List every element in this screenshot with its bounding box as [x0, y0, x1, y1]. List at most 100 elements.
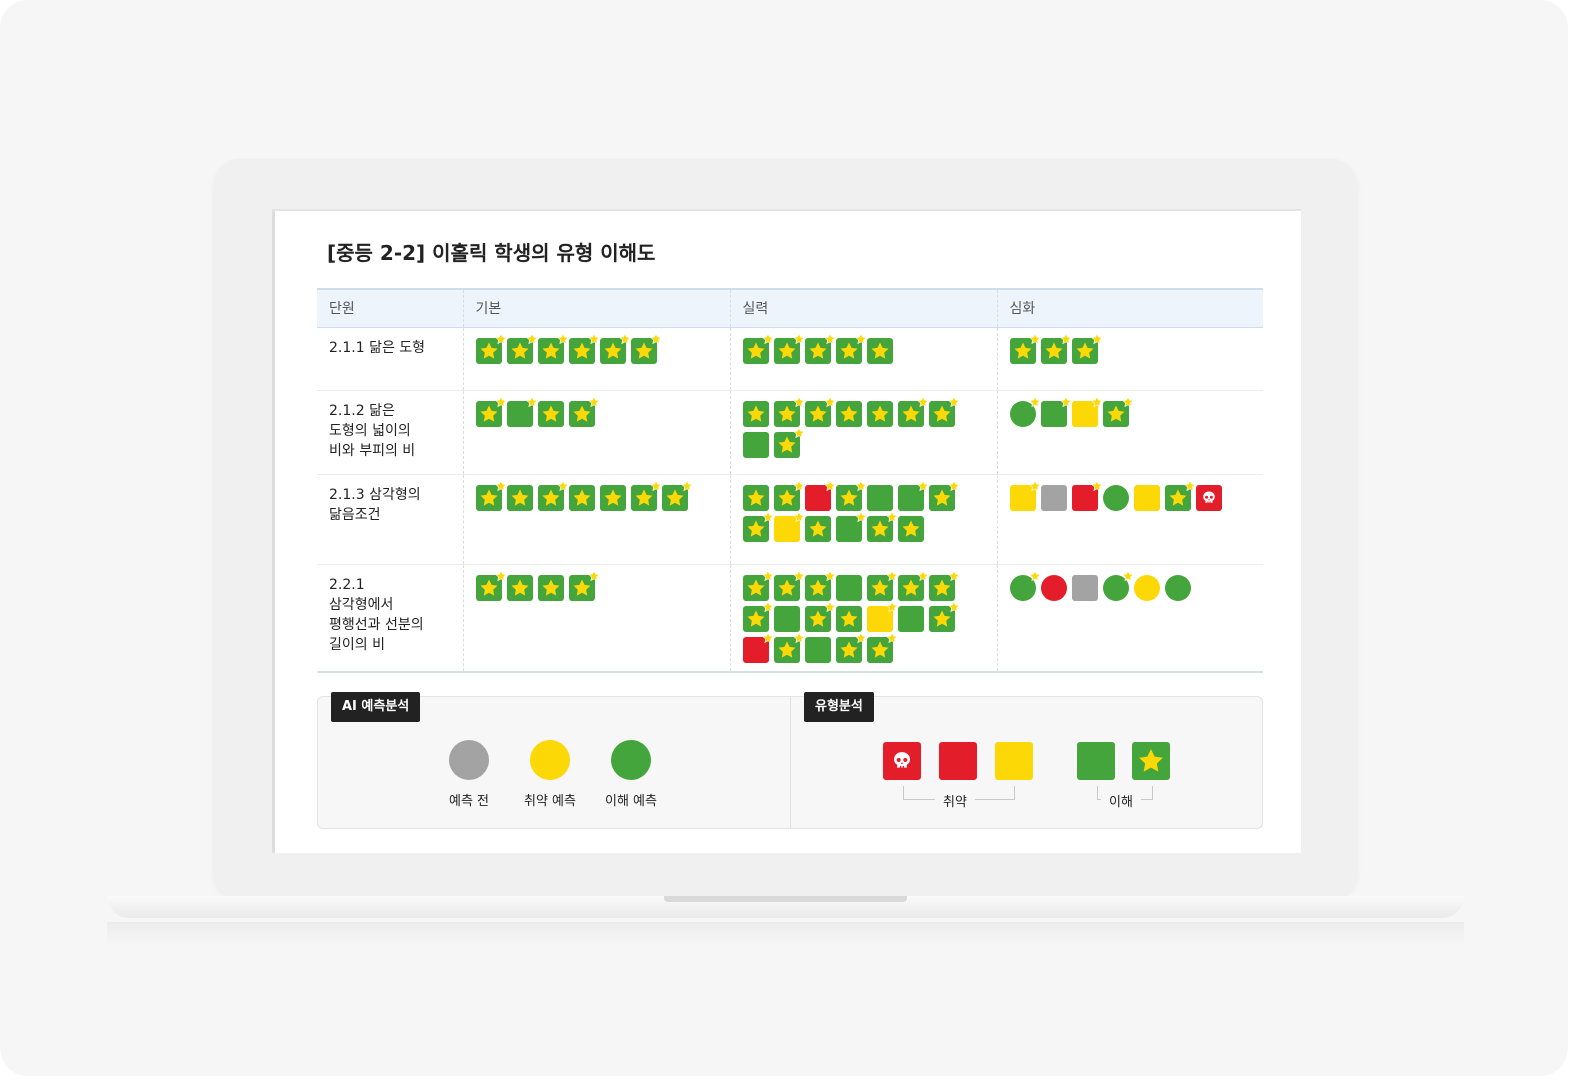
green-square-icon: [928, 479, 960, 511]
star-badge-icon: [1121, 569, 1134, 581]
table-header-row: 단원 기본 실력 심화: [317, 288, 1263, 328]
star-badge-icon: [916, 395, 929, 407]
green-square-icon: [537, 574, 564, 601]
green-square-icon: [630, 332, 662, 364]
green-square-icon: [475, 569, 507, 601]
star-badge-icon: [1028, 569, 1041, 581]
star-badge-icon: [1059, 395, 1072, 407]
green-square-icon: [773, 605, 800, 632]
table-row: 2.2.1 삼각형에서 평행선과 선분의 길이의 비: [317, 564, 1263, 673]
green-square-icon: [742, 569, 774, 601]
green-square-icon: [630, 479, 662, 511]
advanced-cell: [996, 327, 1263, 391]
star-badge-icon: [1059, 332, 1072, 344]
star-badge-icon: [761, 569, 774, 581]
star-badge-icon: [494, 395, 507, 407]
star-badge-icon: [823, 569, 836, 581]
green-square-icon: [835, 605, 862, 632]
green-square-icon: [835, 631, 867, 663]
green-square-icon: [568, 569, 600, 601]
basic-cell: [462, 564, 730, 673]
star-icon: [902, 520, 919, 537]
laptop-hinge: [664, 896, 907, 902]
green-square-icon: [866, 569, 898, 601]
green-square-icon: [866, 510, 898, 542]
green-square-icon: [897, 479, 929, 511]
gray-square-icon: [1040, 484, 1067, 511]
green-square-icon: [742, 510, 774, 542]
icon-group: [1009, 479, 1230, 516]
legend-tag-type: 유형분석: [804, 692, 874, 722]
advanced-cell: [996, 564, 1263, 673]
star-badge-icon: [1090, 479, 1103, 491]
basic-cell: [462, 474, 730, 565]
legend-label: 예측 전: [448, 794, 489, 809]
star-icon: [542, 579, 559, 596]
star-badge-icon: [587, 395, 600, 407]
green-square-icon: [1077, 742, 1115, 780]
star-badge-icon: [854, 631, 867, 643]
star-badge-icon: [649, 332, 662, 344]
column-header-basic: 기본: [462, 288, 730, 328]
star-badge-icon: [761, 631, 774, 643]
green-square-icon: [804, 600, 836, 632]
green-square-icon: [804, 395, 836, 427]
legend-group-weak: 취약: [935, 791, 975, 810]
green-circle-icon: [1102, 569, 1134, 601]
red-square-icon: [742, 631, 774, 663]
green-square-icon: [599, 332, 631, 364]
star-badge-icon: [1183, 479, 1196, 491]
star-badge-icon: [792, 395, 805, 407]
skull-icon: [894, 752, 910, 768]
advanced-cell: [996, 390, 1263, 475]
green-circle-icon: [1009, 569, 1041, 601]
green-circle-icon: [1009, 395, 1041, 427]
star-badge-icon: [1090, 395, 1103, 407]
green-square-icon: [835, 332, 867, 364]
star-badge-icon: [854, 479, 867, 491]
unit-label: 2.1.2 닮은 도형의 넓이의 비와 부피의 비: [317, 390, 463, 475]
skill-cell: [729, 474, 997, 565]
icon-group: [1009, 569, 1230, 606]
star-badge-icon: [525, 332, 538, 344]
green-square-icon: [897, 395, 929, 427]
green-square-icon: [804, 636, 831, 663]
star-badge-icon: [947, 395, 960, 407]
yellow-square-icon: [1133, 484, 1160, 511]
star-icon: [1139, 749, 1163, 772]
star-badge-icon: [885, 569, 898, 581]
star-badge-icon: [556, 332, 569, 344]
unit-label: 2.2.1 삼각형에서 평행선과 선분의 길이의 비: [317, 564, 463, 673]
green-square-icon: [1040, 332, 1072, 364]
star-icon: [840, 610, 857, 627]
star-icon: [747, 405, 764, 422]
unit-label: 2.1.1 닮은 도형: [317, 327, 463, 391]
green-circle-icon: [1164, 574, 1191, 601]
star-badge-icon: [792, 569, 805, 581]
star-badge-icon: [885, 510, 898, 522]
green-square-icon: [1009, 332, 1041, 364]
star-badge-icon: [761, 332, 774, 344]
icon-group: [1009, 332, 1230, 369]
skull-icon: [1202, 491, 1215, 503]
yellow-circle-icon: [530, 740, 570, 780]
table-row: 2.1.1 닮은 도형: [317, 327, 1263, 391]
green-square-icon: [835, 510, 867, 542]
green-square-icon: [661, 479, 693, 511]
star-badge-icon: [587, 332, 600, 344]
skill-cell: [729, 564, 997, 673]
star-badge-icon: [854, 332, 867, 344]
page-title: [중등 2-2] 이홀릭 학생의 유형 이해도: [327, 241, 656, 265]
green-square-icon: [599, 484, 626, 511]
legend-item-weak-predicted: 취약 예측: [514, 740, 586, 809]
green-square-icon: [568, 484, 595, 511]
star-badge-icon: [823, 332, 836, 344]
green-square-icon: [506, 332, 538, 364]
star-icon: [511, 489, 528, 506]
green-square-icon: [835, 479, 867, 511]
star-badge-icon: [885, 600, 898, 612]
red-square-icon: [1071, 479, 1103, 511]
star-badge-icon: [761, 600, 774, 612]
green-square-icon: [506, 574, 533, 601]
green-square-icon: [742, 484, 769, 511]
